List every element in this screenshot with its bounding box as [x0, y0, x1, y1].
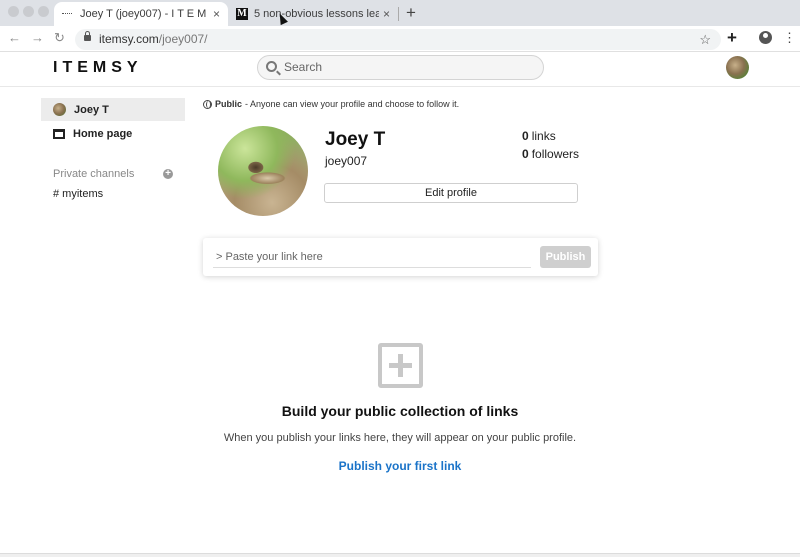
- sidebar-item-myitems[interactable]: # myitems: [41, 183, 185, 205]
- profile-avatar: [218, 126, 308, 216]
- medium-favicon-icon: M: [236, 8, 248, 20]
- tab-medium-article[interactable]: M 5 non-obvious lessons learned ×: [228, 2, 398, 26]
- sidebar-item-label: Home page: [73, 127, 133, 140]
- search-icon: [266, 61, 277, 72]
- back-arrow-icon[interactable]: ←: [8, 30, 21, 45]
- extension-plus-icon[interactable]: +: [727, 28, 737, 48]
- forward-arrow-icon[interactable]: →: [31, 30, 44, 45]
- avatar: [53, 103, 66, 116]
- tab-title: Joey T (joey007) - I T E M S Y: [80, 8, 209, 20]
- window-icon: [53, 128, 65, 139]
- search-placeholder: Search: [284, 60, 323, 74]
- sidebar: Joey T Home page Private channels + # my…: [41, 98, 185, 205]
- empty-state-description: When you publish your links here, they w…: [223, 432, 577, 444]
- bookmark-star-icon[interactable]: ☆: [699, 29, 711, 50]
- links-label: links: [531, 129, 556, 143]
- profile-display-name: Joey T: [325, 129, 386, 150]
- edit-profile-button[interactable]: Edit profile: [324, 183, 578, 203]
- private-channels-header: Private channels +: [41, 165, 185, 183]
- followers-label: followers: [531, 147, 580, 161]
- sidebar-item-label: Joey T: [74, 103, 109, 116]
- sidebar-item-profile[interactable]: Joey T: [41, 98, 185, 121]
- empty-state-title: Build your public collection of links: [281, 403, 519, 419]
- visibility-description: - Anyone can view your profile and choos…: [245, 99, 460, 109]
- publish-first-link[interactable]: Publish your first link: [0, 459, 800, 473]
- add-box-icon: [378, 343, 423, 388]
- sidebar-item-home-page[interactable]: Home page: [41, 122, 185, 145]
- globe-icon: [203, 99, 212, 109]
- followers-stat[interactable]: 0 followers: [522, 147, 579, 161]
- tab-close-icon[interactable]: ×: [383, 7, 390, 21]
- browser-tab-strip: Joey T (joey007) - I T E M S Y × M 5 non…: [0, 0, 800, 26]
- reload-icon[interactable]: ↻: [54, 30, 65, 46]
- link-composer: Publish: [203, 238, 598, 276]
- profile-username: joey007: [325, 154, 368, 168]
- user-avatar[interactable]: [726, 56, 749, 79]
- window-bottom-edge: [0, 553, 800, 557]
- tab-close-icon[interactable]: ×: [213, 7, 220, 21]
- url-host: itemsy.com: [99, 32, 159, 46]
- url-path: /joey007/: [158, 32, 208, 46]
- publish-button[interactable]: Publish: [540, 246, 591, 268]
- itemsy-logo[interactable]: ITEMSY: [53, 59, 143, 77]
- add-channel-icon[interactable]: +: [163, 169, 173, 179]
- visibility-label: Public: [215, 99, 243, 109]
- paste-link-input[interactable]: [213, 246, 531, 268]
- tab-itemsy-profile[interactable]: Joey T (joey007) - I T E M S Y ×: [54, 2, 228, 26]
- window-close-control[interactable]: [8, 6, 19, 17]
- links-count: 0: [522, 129, 529, 143]
- browser-toolbar: ← → ↻ itemsy.com/joey007/ ☆ + ⋮: [0, 26, 800, 52]
- search-input[interactable]: Search: [257, 55, 544, 80]
- window-zoom-control[interactable]: [38, 6, 49, 17]
- browser-menu-icon[interactable]: ⋮: [783, 30, 796, 46]
- itemsy-favicon-icon: [62, 13, 72, 15]
- links-stat: 0 links: [522, 129, 556, 143]
- tab-divider: [398, 7, 399, 21]
- tab-title: 5 non-obvious lessons learned: [254, 8, 379, 20]
- browser-profile-icon[interactable]: [759, 31, 772, 44]
- app-header: ITEMSY Search: [0, 53, 800, 87]
- followers-count: 0: [522, 147, 529, 161]
- address-bar[interactable]: itemsy.com/joey007/ ☆: [75, 29, 721, 50]
- private-channels-label: Private channels: [53, 168, 135, 180]
- window-minimize-control[interactable]: [23, 6, 34, 17]
- visibility-note: Public - Anyone can view your profile an…: [203, 99, 459, 109]
- new-tab-button[interactable]: +: [406, 3, 416, 23]
- lock-icon: [84, 31, 91, 41]
